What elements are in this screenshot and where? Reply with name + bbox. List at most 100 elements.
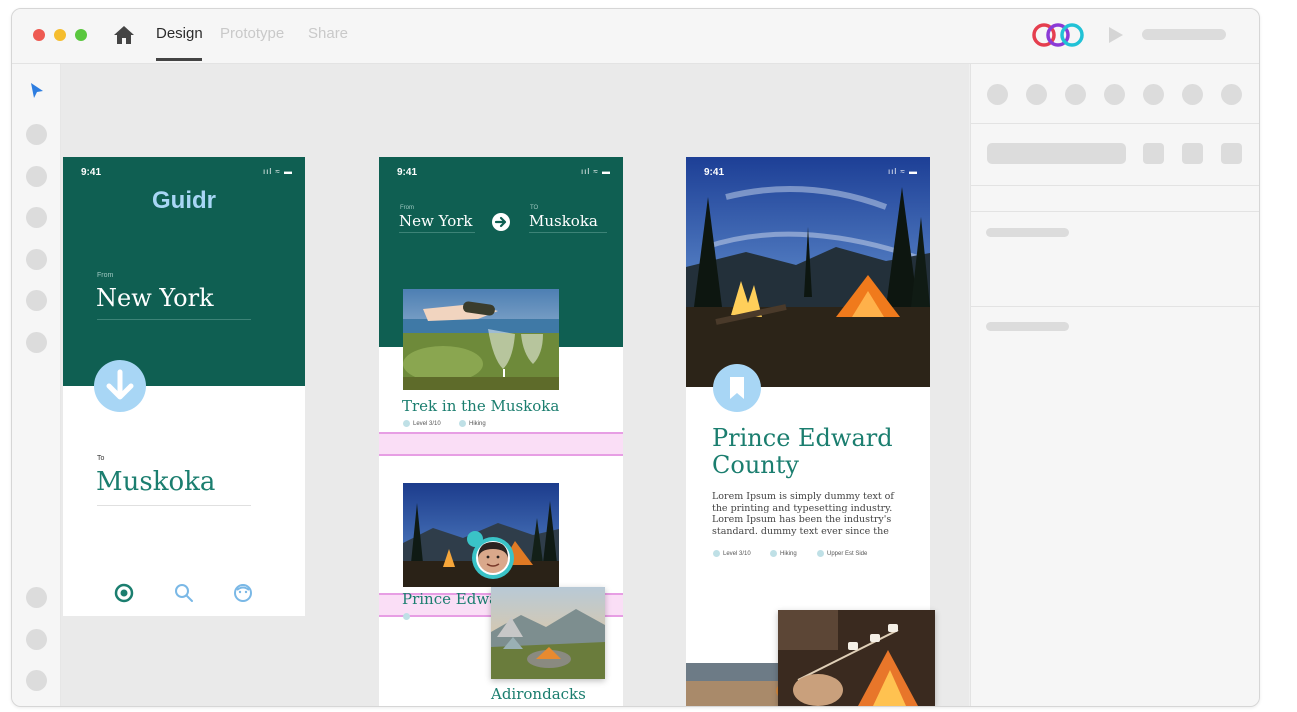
panel-divider bbox=[971, 211, 1259, 212]
from-underline bbox=[97, 319, 251, 320]
assets-tool[interactable] bbox=[26, 587, 47, 608]
hiking-icon bbox=[459, 420, 466, 427]
card1-tag-activity: Hiking bbox=[459, 420, 486, 427]
collaborator-avatar[interactable] bbox=[472, 537, 514, 579]
spacing-guide bbox=[379, 432, 623, 456]
gallery-photo-marshmallows[interactable] bbox=[778, 610, 935, 706]
profile-nav-icon[interactable] bbox=[232, 582, 254, 604]
status-icons: ııl ≈ ▬ bbox=[262, 167, 293, 176]
tab-design[interactable]: Design bbox=[156, 25, 203, 42]
pen-tool[interactable] bbox=[26, 290, 47, 311]
card1-tag-level: Level 3/10 bbox=[403, 420, 441, 427]
align-right-button[interactable] bbox=[1065, 84, 1086, 105]
home-icon[interactable] bbox=[112, 23, 136, 47]
align-top-button[interactable] bbox=[1104, 84, 1125, 105]
component-option-3[interactable] bbox=[1221, 143, 1242, 164]
polygon-tool[interactable] bbox=[26, 207, 47, 228]
bookmark-icon bbox=[730, 377, 744, 399]
tag-text: Hiking bbox=[780, 551, 797, 558]
search-nav-icon[interactable] bbox=[173, 582, 195, 604]
destination-description: Lorem Ipsum is simply dummy text of the … bbox=[712, 491, 894, 537]
section-heading-placeholder bbox=[986, 228, 1069, 237]
bookmark-button[interactable] bbox=[713, 364, 761, 412]
from-city[interactable]: New York bbox=[96, 284, 214, 312]
compass-nav-icon[interactable] bbox=[113, 582, 135, 604]
play-preview-icon[interactable] bbox=[1107, 25, 1125, 45]
design-canvas[interactable]: 9:41 ııl ≈ ▬ Guidr From New York To Musk… bbox=[61, 64, 969, 706]
to-label: To bbox=[97, 455, 105, 462]
from-label: From bbox=[400, 205, 414, 211]
adirondacks-photo bbox=[491, 587, 605, 679]
component-option-1[interactable] bbox=[1143, 143, 1164, 164]
wine-photo bbox=[403, 289, 559, 390]
line-tool[interactable] bbox=[26, 249, 47, 270]
hero-photo-campfire[interactable] bbox=[686, 157, 930, 387]
card-photo-adirondacks[interactable] bbox=[491, 587, 605, 679]
avatar-face bbox=[476, 541, 510, 575]
align-bottom-button[interactable] bbox=[1182, 84, 1203, 105]
align-center-button[interactable] bbox=[1026, 84, 1047, 105]
card2-title[interactable]: Prince Edwa bbox=[402, 590, 498, 608]
minimize-window-button[interactable] bbox=[54, 29, 66, 41]
card2-tags bbox=[403, 613, 413, 620]
ellipse-tool[interactable] bbox=[26, 166, 47, 187]
from-underline bbox=[399, 232, 475, 233]
level-icon bbox=[403, 420, 410, 427]
campfire-hero-photo bbox=[686, 157, 930, 387]
creative-cloud-logo-icon[interactable] bbox=[1030, 21, 1088, 49]
to-underline bbox=[529, 232, 607, 233]
close-window-button[interactable] bbox=[33, 29, 45, 41]
tag-text: Hiking bbox=[469, 421, 486, 428]
tag-text: Level 3/10 bbox=[413, 421, 441, 428]
zoom-window-button[interactable] bbox=[75, 29, 87, 41]
card1-title[interactable]: Trek in the Muskoka bbox=[402, 397, 559, 415]
location-icon bbox=[817, 550, 824, 557]
from-label: From bbox=[97, 272, 114, 279]
tag-text: Upper Est Side bbox=[827, 551, 868, 558]
status-icons: ııl ≈ ▬ bbox=[580, 167, 611, 176]
arrow-right-icon[interactable] bbox=[491, 212, 511, 232]
status-icons: ııl ≈ ▬ bbox=[887, 167, 918, 176]
to-city[interactable]: Muskoka bbox=[529, 212, 598, 230]
artboard-route-list[interactable]: 9:41 ııl ≈ ▬ From New York TO Muskoka Tr… bbox=[379, 157, 623, 706]
align-middle-button[interactable] bbox=[1143, 84, 1164, 105]
card-photo-wine[interactable] bbox=[403, 289, 559, 390]
tab-share[interactable]: Share bbox=[308, 25, 348, 42]
text-tool[interactable] bbox=[26, 332, 47, 353]
property-inspector bbox=[970, 64, 1259, 706]
swap-direction-button[interactable] bbox=[94, 360, 146, 412]
section-heading-placeholder bbox=[986, 322, 1069, 331]
tool-bar bbox=[12, 64, 61, 706]
select-arrow-icon[interactable] bbox=[29, 82, 45, 100]
from-city[interactable]: New York bbox=[399, 212, 473, 230]
distribute-button[interactable] bbox=[1221, 84, 1242, 105]
active-tab-indicator bbox=[156, 58, 202, 61]
plugins-tool[interactable] bbox=[26, 670, 47, 691]
rectangle-tool[interactable] bbox=[26, 124, 47, 145]
status-time: 9:41 bbox=[704, 167, 725, 178]
component-name-field[interactable] bbox=[987, 143, 1126, 164]
panel-divider bbox=[971, 123, 1259, 124]
to-label: TO bbox=[530, 205, 539, 211]
panel-divider bbox=[971, 185, 1259, 186]
tag-level: Level 3/10 bbox=[713, 550, 751, 557]
component-option-2[interactable] bbox=[1182, 143, 1203, 164]
app-window: Design Prototype Share 9:41 ııl ≈ ▬ Guid… bbox=[11, 8, 1260, 707]
card3-title[interactable]: Adirondacks bbox=[491, 685, 586, 703]
tag-activity: Hiking bbox=[770, 550, 797, 557]
align-left-button[interactable] bbox=[987, 84, 1008, 105]
level-icon bbox=[713, 550, 720, 557]
artboard-guidr-home[interactable]: 9:41 ııl ≈ ▬ Guidr From New York To Musk… bbox=[63, 157, 305, 616]
destination-title: Prince Edward County bbox=[712, 424, 893, 479]
title-bar: Design Prototype Share bbox=[12, 9, 1259, 64]
app-logo-text: Guidr bbox=[152, 187, 216, 214]
to-underline bbox=[97, 505, 251, 506]
layers-tool[interactable] bbox=[26, 629, 47, 650]
status-time: 9:41 bbox=[397, 167, 418, 178]
tag-location: Upper Est Side bbox=[817, 550, 867, 557]
user-name-placeholder bbox=[1142, 29, 1226, 40]
tag-text: Level 3/10 bbox=[723, 551, 751, 558]
tab-prototype[interactable]: Prototype bbox=[220, 25, 284, 42]
to-city[interactable]: Muskoka bbox=[96, 467, 215, 497]
status-time: 9:41 bbox=[81, 167, 102, 178]
